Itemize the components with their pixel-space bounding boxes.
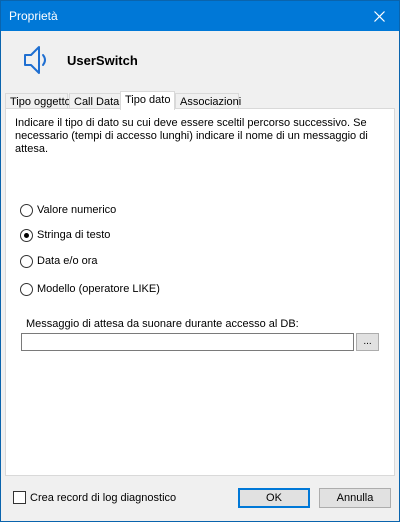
title-bar[interactable]: Proprietà bbox=[1, 1, 399, 31]
dialog-footer: Crea record di log diagnostico OK Annull… bbox=[1, 476, 399, 521]
tab-tipo-dato[interactable]: Tipo dato bbox=[120, 91, 175, 110]
close-icon bbox=[373, 10, 385, 22]
ok-button[interactable]: OK bbox=[238, 488, 310, 508]
log-checkbox-row[interactable]: Crea record di log diagnostico bbox=[13, 491, 176, 504]
radio-button[interactable] bbox=[20, 282, 33, 296]
object-name: UserSwitch bbox=[67, 53, 138, 68]
radio-button[interactable] bbox=[20, 203, 33, 217]
log-checkbox-label: Crea record di log diagnostico bbox=[30, 491, 177, 504]
close-button[interactable] bbox=[359, 1, 399, 31]
option-valore-numerico[interactable]: Valore numerico bbox=[20, 203, 116, 217]
option-stringa-di-testo[interactable]: Stringa di testo bbox=[20, 228, 110, 242]
speaker-icon bbox=[24, 46, 46, 74]
wait-message-label: Messaggio di attesa da suonare durante a… bbox=[26, 318, 299, 330]
option-data-ora[interactable]: Data e/o ora bbox=[20, 254, 98, 268]
radio-button-selected[interactable] bbox=[20, 228, 33, 242]
wait-message-input[interactable] bbox=[21, 333, 354, 351]
option-label: Data e/o ora bbox=[37, 255, 98, 267]
properties-dialog: Proprietà UserSwitch Tipo oggetto Call D… bbox=[0, 0, 400, 522]
option-modello-like[interactable]: Modello (operatore LIKE) bbox=[20, 282, 160, 296]
log-checkbox[interactable] bbox=[13, 491, 26, 504]
tab-panel-tipo-dato: Indicare il tipo di dato su cui deve ess… bbox=[5, 108, 395, 476]
object-header: UserSwitch bbox=[1, 31, 399, 91]
window-title: Proprietà bbox=[9, 9, 58, 23]
browse-button[interactable]: ... bbox=[356, 333, 379, 351]
option-label: Modello (operatore LIKE) bbox=[37, 283, 160, 295]
option-label: Valore numerico bbox=[37, 204, 117, 216]
cancel-button[interactable]: Annulla bbox=[319, 488, 391, 508]
radio-button[interactable] bbox=[20, 254, 33, 268]
instructions-text: Indicare il tipo di dato su cui deve ess… bbox=[15, 117, 368, 155]
option-label: Stringa di testo bbox=[37, 229, 111, 241]
